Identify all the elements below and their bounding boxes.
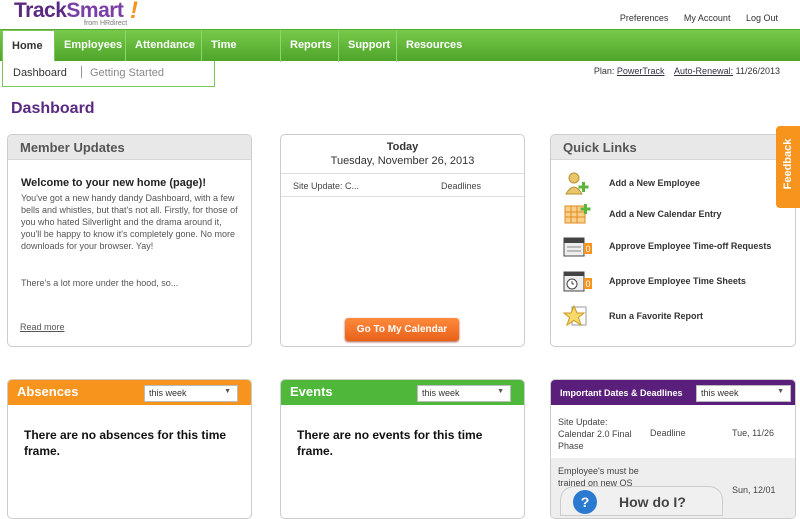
member-updates-title: Welcome to your new home (page)! bbox=[21, 177, 206, 189]
auto-renewal-date: 11/26/2013 bbox=[735, 66, 780, 76]
favorite-report-icon bbox=[563, 304, 587, 327]
absences-card: Absences this week ▼ There are no absence… bbox=[7, 379, 252, 519]
date-item-text: Site Update: Calendar 2.0 Final Phase bbox=[558, 417, 632, 451]
nav-reports[interactable]: Reports bbox=[281, 30, 339, 62]
today-title: Today bbox=[386, 141, 419, 153]
events-title: Events bbox=[290, 384, 333, 399]
my-account-link[interactable]: My Account bbox=[684, 13, 731, 23]
subnav-dashboard[interactable]: Dashboard bbox=[13, 67, 67, 79]
main-nav: Home Employees Attendance Time Sheets Re… bbox=[0, 29, 800, 82]
nav-resources[interactable]: Resources bbox=[397, 30, 470, 62]
top-links: Preferences My Account Log Out bbox=[607, 13, 778, 23]
dates-range-select[interactable]: this week ▼ bbox=[696, 385, 791, 402]
trackSmart-logo[interactable]: TrackSmart ! from HRdirect bbox=[12, 0, 142, 28]
quick-link-label: Add a New Employee bbox=[609, 178, 701, 188]
plan-info: Plan: PowerTrack Auto-Renewal: 11/26/201… bbox=[594, 66, 780, 76]
events-range-select[interactable]: this week ▼ bbox=[417, 385, 511, 402]
go-to-calendar-button[interactable]: Go To My Calendar bbox=[345, 318, 459, 341]
absences-range-select[interactable]: this week ▼ bbox=[144, 385, 238, 402]
time-sheet-icon: 0 bbox=[563, 271, 592, 292]
help-question-icon: ? bbox=[573, 490, 597, 514]
quick-links-header: Quick Links bbox=[551, 135, 795, 160]
quick-links-card: Quick Links Add a New Employee Add a New… bbox=[550, 134, 796, 347]
events-range-value: this week bbox=[422, 388, 460, 398]
absences-header: Absences this week ▼ bbox=[8, 380, 251, 405]
subnav-divider bbox=[81, 66, 82, 78]
today-date: Tuesday, November 26, 2013 bbox=[330, 155, 475, 167]
page-title: Dashboard bbox=[11, 100, 95, 117]
svg-text:0: 0 bbox=[585, 244, 590, 254]
today-card: Today Tuesday, November 26, 2013 Site Up… bbox=[280, 134, 525, 347]
important-dates-header: Important Dates & Deadlines this week ▼ bbox=[551, 380, 795, 405]
table-row[interactable]: Site Update: Calendar 2.0 Final Phase De… bbox=[551, 406, 795, 458]
log-out-link[interactable]: Log Out bbox=[746, 13, 778, 23]
quick-link-favorite-report[interactable]: Run a Favorite Report bbox=[563, 304, 791, 330]
date-item-date: Tue, 11/26 bbox=[732, 428, 775, 438]
today-col-deadlines: Deadlines bbox=[441, 181, 482, 191]
today-col-site-update[interactable]: Site Update: C... bbox=[293, 181, 359, 191]
quick-link-add-calendar-entry[interactable]: Add a New Calendar Entry bbox=[563, 202, 791, 228]
how-do-i-help-button[interactable]: ? How do I? bbox=[560, 486, 723, 516]
member-updates-body: You've got a new handy dandy Dashboard, … bbox=[21, 193, 238, 251]
date-item-date: Sun, 12/01 bbox=[732, 485, 776, 495]
nav-time-sheets[interactable]: Time Sheets bbox=[202, 30, 281, 82]
svg-text:0: 0 bbox=[585, 279, 590, 289]
nav-attendance[interactable]: Attendance bbox=[126, 30, 202, 62]
plan-label: Plan: bbox=[593, 66, 615, 76]
logo-track: Track bbox=[14, 0, 67, 22]
logo-subtitle: from HRdirect bbox=[84, 20, 128, 27]
absences-empty-message: There are no absences for this time fram… bbox=[24, 428, 227, 458]
member-updates-header: Member Updates bbox=[8, 135, 251, 160]
quick-link-label: Run a Favorite Report bbox=[609, 311, 704, 321]
absences-range-value: this week bbox=[149, 388, 187, 398]
events-card: Events this week ▼ There are no events fo… bbox=[280, 379, 525, 519]
quick-link-label: Add a New Calendar Entry bbox=[609, 209, 722, 219]
quick-link-label: Approve Employee Time Sheets bbox=[609, 276, 746, 286]
events-empty-message: There are no events for this time frame. bbox=[297, 428, 483, 458]
quick-link-time-sheets[interactable]: 0 Approve Employee Time Sheets bbox=[563, 269, 791, 295]
member-updates-more: There's a lot more under the hood, so... bbox=[21, 278, 179, 288]
add-employee-icon bbox=[565, 172, 589, 195]
quick-link-time-off[interactable]: 0 Approve Employee Time-off Requests bbox=[563, 234, 791, 260]
logo-exclamation: ! bbox=[130, 0, 138, 24]
member-updates-card: Member Updates Welcome to your new home … bbox=[7, 134, 252, 347]
quick-link-label: Approve Employee Time-off Requests bbox=[609, 241, 772, 251]
events-header: Events this week ▼ bbox=[281, 380, 524, 405]
dates-range-value: this week bbox=[701, 388, 739, 398]
absences-title: Absences bbox=[17, 384, 79, 399]
preferences-link[interactable]: Preferences bbox=[620, 13, 669, 23]
logo-smart: Smart bbox=[66, 0, 124, 22]
nav-employees[interactable]: Employees bbox=[55, 30, 126, 62]
nav-support[interactable]: Support bbox=[339, 30, 397, 62]
nav-home[interactable]: Home bbox=[2, 30, 55, 63]
subnav-getting-started[interactable]: Getting Started bbox=[90, 67, 164, 79]
quick-link-add-employee[interactable]: Add a New Employee bbox=[563, 171, 791, 197]
dropdown-arrow-icon: ▼ bbox=[497, 388, 504, 395]
feedback-label: Feedback bbox=[782, 138, 794, 190]
add-calendar-icon bbox=[564, 204, 591, 224]
dropdown-arrow-icon: ▼ bbox=[777, 388, 784, 395]
time-off-icon: 0 bbox=[563, 237, 592, 257]
dropdown-arrow-icon: ▼ bbox=[224, 388, 231, 395]
important-dates-title: Important Dates & Deadlines bbox=[560, 388, 683, 398]
date-item-type: Deadline bbox=[650, 428, 686, 438]
plan-link[interactable]: PowerTrack bbox=[617, 66, 665, 76]
sub-nav: Dashboard Getting Started bbox=[2, 61, 215, 87]
read-more-link[interactable]: Read more bbox=[20, 322, 65, 332]
feedback-tab[interactable]: Feedback bbox=[776, 126, 800, 208]
today-header-row: Site Update: C... Deadlines bbox=[281, 173, 524, 197]
auto-renewal-link[interactable]: Auto-Renewal: bbox=[674, 66, 733, 76]
